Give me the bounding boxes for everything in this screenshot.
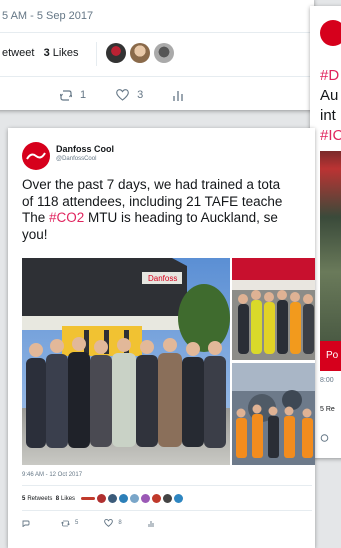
tweet-text: Over the past 7 days, we had trained a t…	[22, 177, 315, 243]
divider	[22, 485, 312, 486]
trainees-photo[interactable]	[232, 258, 315, 360]
top-tweet-timestamp: 5 AM - 5 Sep 2017	[2, 10, 94, 22]
photo-sign-text: Danfoss	[148, 274, 177, 283]
tweet-stats[interactable]: 5 Re	[320, 406, 335, 413]
likes-label[interactable]: Likes	[53, 47, 79, 59]
display-name[interactable]: Danfoss Cool	[56, 144, 114, 154]
like-count: 3	[137, 89, 144, 101]
group-photo[interactable]: Danfoss	[22, 258, 230, 465]
avatar[interactable]	[152, 494, 162, 503]
tweet-actions: 5 8	[22, 519, 185, 527]
analytics-button[interactable]	[173, 89, 191, 101]
reply-icon	[22, 520, 30, 527]
top-tweet-stats: etweet 3 Likes	[2, 47, 78, 59]
retweet-button[interactable]: 5	[61, 520, 78, 527]
divider	[0, 76, 314, 77]
avatar[interactable]	[97, 494, 107, 503]
divider	[0, 32, 314, 33]
stats-divider	[96, 42, 97, 66]
likes-count[interactable]: 8	[56, 496, 59, 502]
heart-icon	[116, 89, 129, 101]
retweet-count: 5	[75, 520, 79, 526]
red-button[interactable]: Po	[320, 341, 341, 371]
like-count: 8	[118, 520, 122, 526]
tweet-text-line[interactable]: #D	[320, 66, 339, 86]
reply-icon	[60, 89, 72, 101]
reply-count: 1	[80, 89, 87, 101]
tweet-media[interactable]: Danfoss	[22, 258, 315, 465]
tweet-timestamp[interactable]: 9:46 AM - 12 Oct 2017	[22, 472, 82, 478]
analytics-icon	[148, 520, 154, 527]
reply-button[interactable]: 1	[60, 89, 86, 101]
avatar[interactable]	[130, 494, 140, 503]
top-tweet-actions: 1 3	[60, 89, 221, 101]
likes-count[interactable]: 3	[44, 47, 50, 59]
like-button[interactable]: 3	[116, 89, 143, 101]
divider	[22, 510, 312, 511]
likes-label[interactable]: Likes	[61, 496, 75, 502]
danfoss-logo-icon[interactable]	[22, 142, 50, 170]
retweets-label[interactable]: Retweets	[27, 496, 52, 502]
user-handle[interactable]: @DanfossCool	[56, 156, 96, 162]
avatar[interactable]	[154, 43, 174, 63]
heart-icon	[104, 519, 114, 527]
analytics-button[interactable]	[148, 520, 159, 527]
avatar[interactable]	[81, 497, 96, 500]
top-tweet-card: 5 AM - 5 Sep 2017 etweet 3 Likes 1 3	[0, 0, 314, 110]
analytics-icon	[173, 90, 183, 101]
avatar[interactable]	[130, 43, 150, 63]
avatar[interactable]	[119, 494, 129, 503]
liker-avatars	[106, 43, 174, 63]
retweet-icon	[61, 520, 70, 526]
avatar[interactable]	[174, 494, 184, 503]
main-tweet-card: Danfoss Cool @DanfossCool Over the past …	[8, 128, 315, 548]
workshop-photo[interactable]	[232, 363, 315, 465]
tweet-text-line[interactable]: #IC	[320, 126, 341, 146]
avatar[interactable]	[106, 43, 126, 63]
tweet-text-line: int	[320, 107, 336, 124]
retweets-link[interactable]: etweet	[2, 47, 34, 59]
avatar[interactable]	[141, 494, 151, 503]
reply-button[interactable]	[22, 520, 35, 527]
tweet-text-line: Au	[320, 87, 339, 104]
tweet-stats: 5 Retweets 8 Likes	[22, 494, 184, 503]
like-button[interactable]: 8	[104, 519, 122, 527]
hashtag-link[interactable]: #CO2	[49, 210, 84, 225]
danfoss-logo-icon	[320, 20, 341, 46]
retweets-count[interactable]: 5	[22, 496, 25, 502]
reply-icon[interactable]	[320, 434, 329, 442]
tweet-time: 8:00	[320, 377, 334, 384]
avatar[interactable]	[163, 494, 173, 503]
tweet-photo[interactable]: Po	[320, 151, 341, 371]
liker-avatars	[81, 494, 184, 503]
avatar[interactable]	[108, 494, 118, 503]
